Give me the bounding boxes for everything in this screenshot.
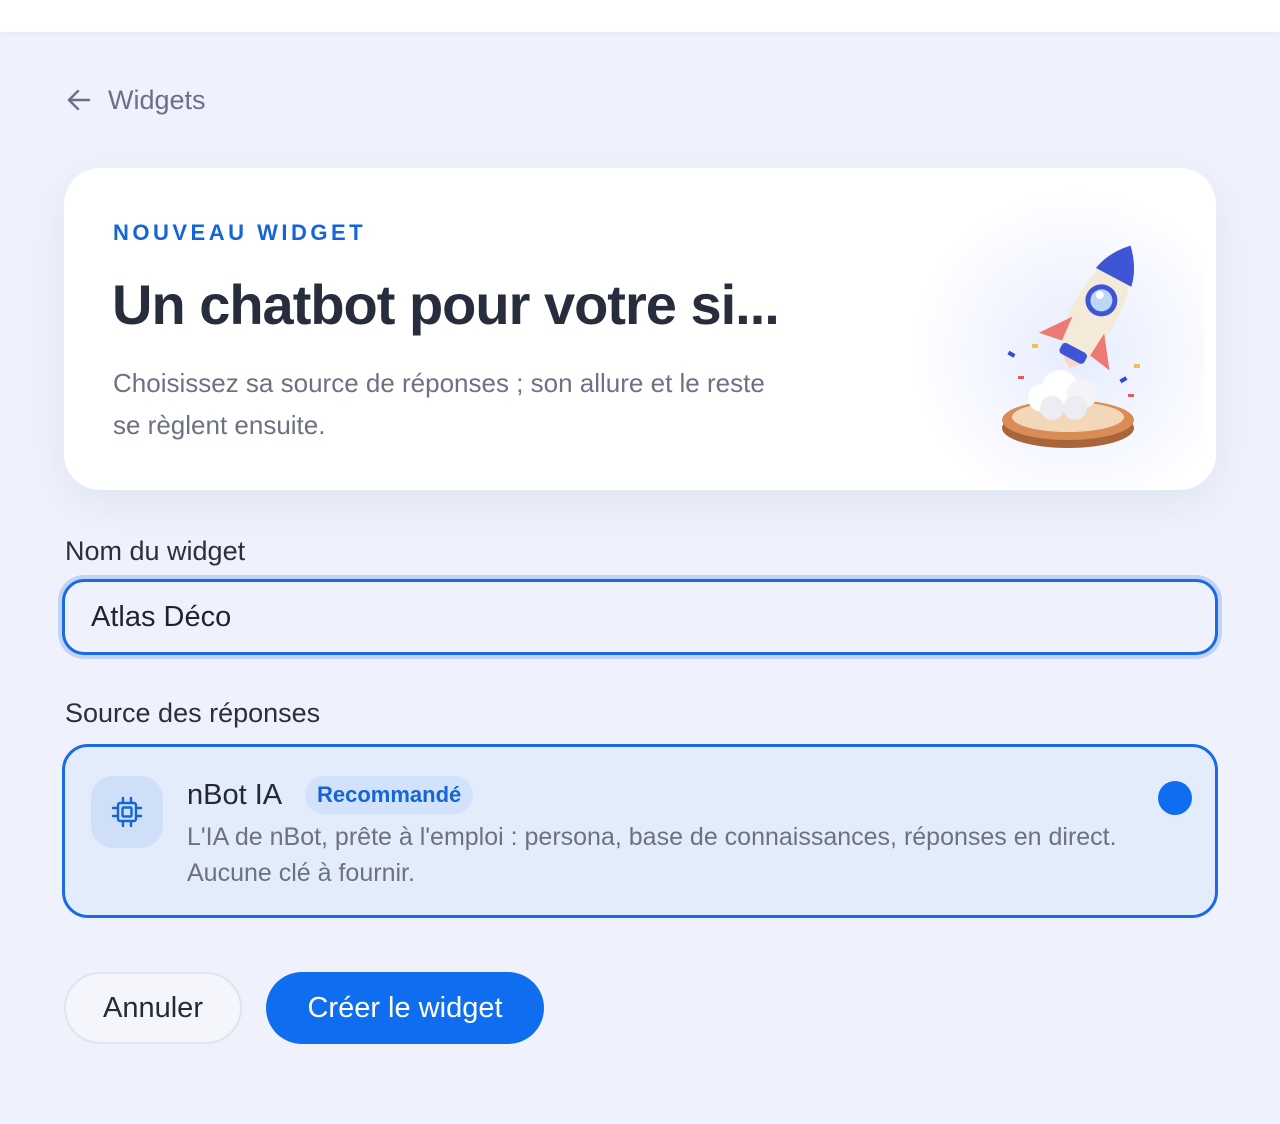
recommended-badge: Recommandé	[305, 776, 474, 814]
hero-subtitle: Choisissez sa source de réponses ; son a…	[113, 368, 765, 440]
rocket-illustration	[920, 208, 1170, 458]
page-title: Un chatbot pour votre si...	[112, 273, 780, 336]
chip-icon	[91, 776, 163, 848]
cancel-button[interactable]: Annuler	[64, 972, 242, 1044]
source-label: Source des réponses	[65, 698, 321, 728]
create-widget-button[interactable]: Créer le widget	[266, 972, 544, 1044]
selected-radio[interactable]	[1158, 781, 1192, 815]
source-option-description: L'IA de nBot, prête à l'emploi : persona…	[187, 823, 1117, 887]
arrow-left-icon	[66, 87, 92, 113]
source-option-name: nBot IA	[187, 779, 283, 811]
widget-name-input[interactable]	[62, 579, 1218, 655]
back-link-label: Widgets	[108, 84, 206, 115]
widget-name-label: Nom du widget	[65, 536, 246, 566]
hero-card: NOUVEAU WIDGET Un chatbot pour votre si.…	[64, 168, 1216, 490]
hero-eyebrow: NOUVEAU WIDGET	[113, 220, 367, 245]
top-bar	[0, 0, 1280, 32]
back-link[interactable]: Widgets	[66, 84, 206, 116]
source-option-nbot-ia[interactable]: nBot IA Recommandé L'IA de nBot, prête à…	[62, 744, 1218, 918]
